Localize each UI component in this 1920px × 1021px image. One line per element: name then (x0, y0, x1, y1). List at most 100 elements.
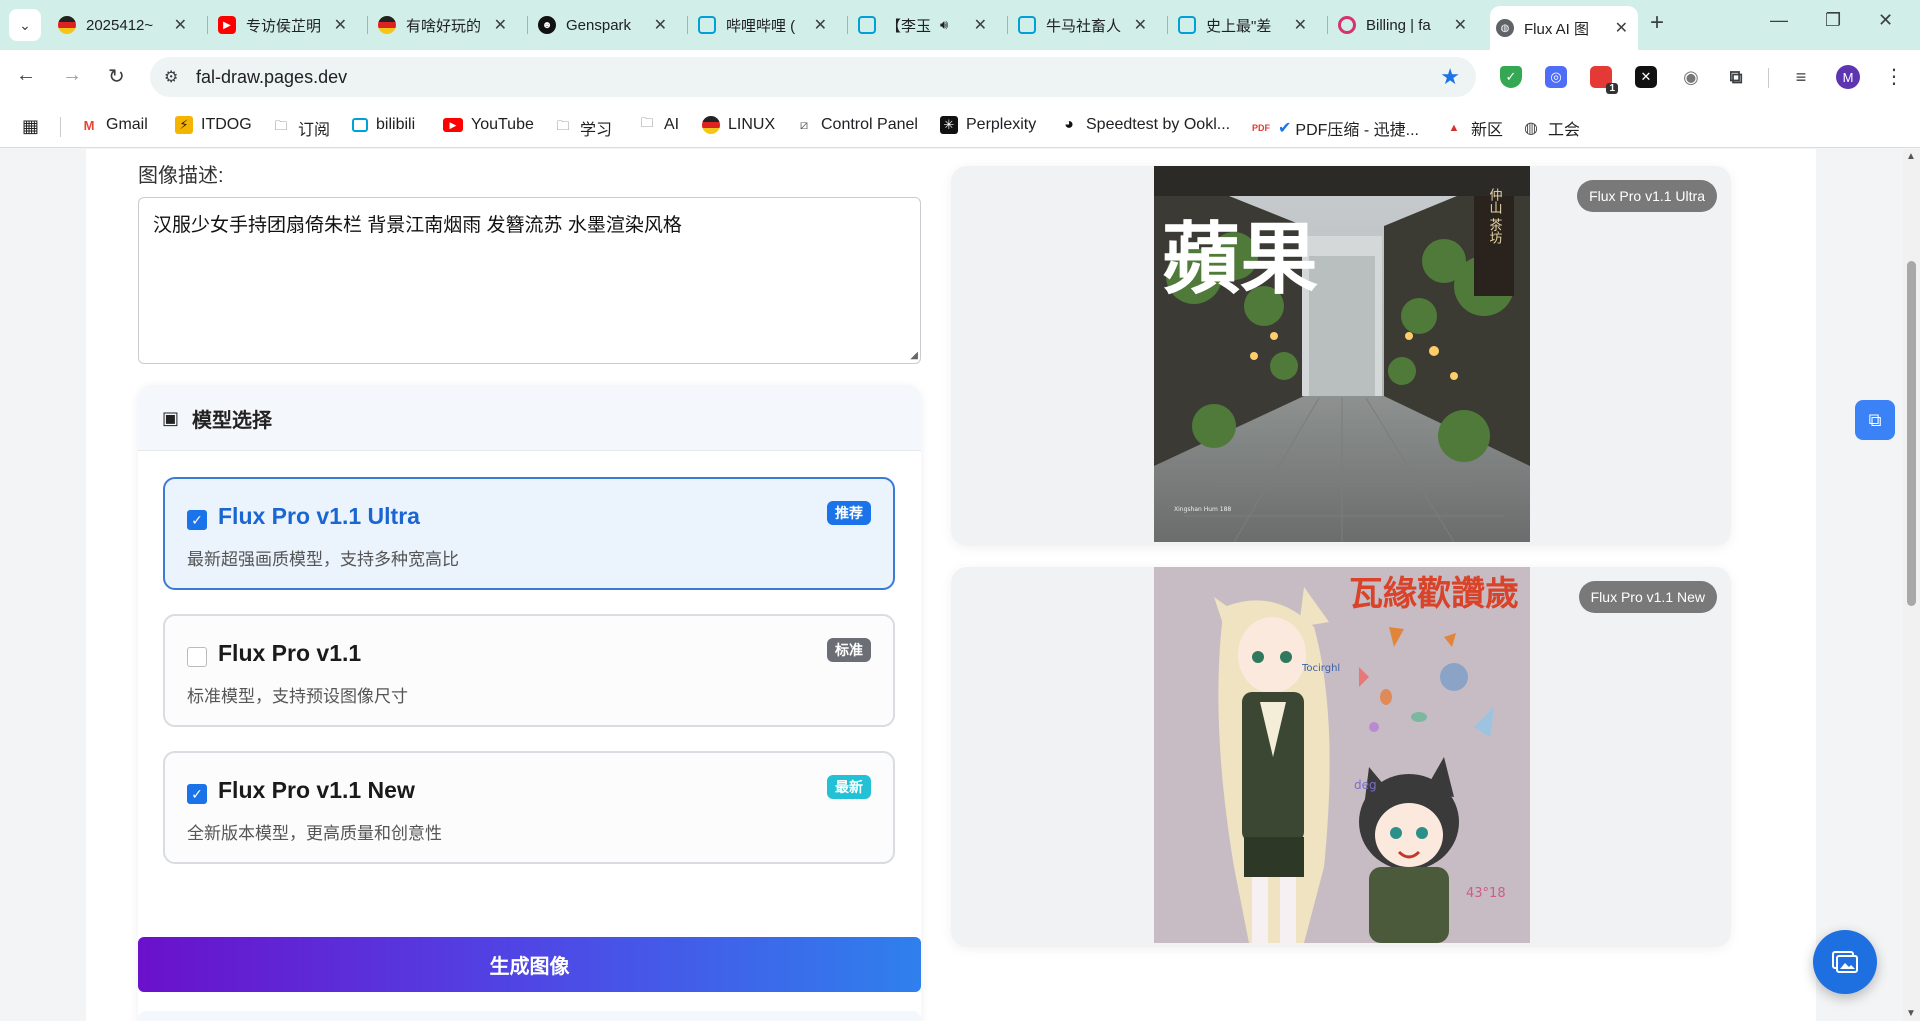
model-option-new[interactable]: ✓ Flux Pro v1.1 New 最新 全新版本模型，更高质量和创意性 (163, 751, 895, 864)
close-icon[interactable]: ✕ (654, 15, 667, 35)
avatar[interactable]: M (1836, 65, 1860, 89)
gallery-fab-button[interactable] (1813, 930, 1877, 994)
close-icon[interactable]: ✕ (1454, 15, 1467, 35)
tab-5[interactable]: 哔哩哔哩 ( ✕ (698, 8, 833, 42)
tab-4[interactable]: ☻ Genspark ✕ (538, 8, 673, 42)
next-section-edge (138, 1011, 921, 1021)
close-icon[interactable]: ✕ (1615, 18, 1628, 38)
badge-recommended: 推荐 (827, 501, 871, 525)
tab-3[interactable]: 有啥好玩的 ✕ (378, 8, 513, 42)
model-option-standard[interactable]: Flux Pro v1.1 标准 标准模型，支持预设图像尺寸 (163, 614, 895, 727)
forward-icon[interactable]: → (62, 64, 82, 87)
page-scrollbar[interactable]: ▲ ▼ (1903, 149, 1920, 1021)
tab-1[interactable]: 2025412~ ✕ (58, 8, 193, 42)
chat-extension-icon[interactable]: ◎ (1545, 66, 1567, 88)
model-desc: 全新版本模型，更高质量和创意性 (187, 824, 442, 843)
resize-grip-icon[interactable]: ◢ (910, 350, 918, 361)
bookmark-perplexity[interactable]: ✳ Perplexity (940, 116, 1036, 134)
result-model-tag: Flux Pro v1.1 New (1578, 581, 1717, 613)
tab-search-button[interactable]: ⌄ (9, 9, 41, 41)
bookmark-star-icon[interactable]: ★ (1440, 64, 1460, 90)
bookmark-ai[interactable]: 🗀 AI (638, 115, 679, 134)
image-title-text: 瓦緣歡讚歲 (1349, 574, 1519, 614)
bookmark-linux[interactable]: LINUX (702, 116, 775, 134)
close-icon[interactable]: ✕ (1134, 15, 1147, 35)
bookmark-union[interactable]: ◍ 工会 (1522, 116, 1580, 140)
model-name: Flux Pro v1.1 New (218, 777, 415, 803)
media-controls-icon[interactable]: ≡ (1790, 66, 1812, 88)
back-icon[interactable]: ← (16, 64, 36, 87)
bookmark-itdog[interactable]: ⚡ ITDOG (175, 116, 252, 134)
speaker-icon[interactable]: 🔊︎ (940, 17, 948, 33)
tab-7[interactable]: 牛马社畜人 ✕ (1018, 8, 1153, 42)
checkbox-unchecked[interactable] (187, 647, 207, 667)
close-window-icon[interactable]: ✕ (1878, 10, 1893, 31)
bookmark-news[interactable]: ▲ 新区 (1445, 116, 1503, 140)
generated-image-anime[interactable]: 瓦緣歡讚歲 Tocirghl deg 43°18 (1154, 567, 1530, 943)
model-selection-panel: ▣ 模型选择 ✓ Flux Pro v1.1 Ultra 推荐 最新超强画质模型… (138, 385, 921, 1021)
result-card-2: 瓦緣歡讚歲 Tocirghl deg 43°18 Flux Pro v1.1 N… (951, 567, 1731, 947)
address-bar[interactable]: ⚙ fal-draw.pages.dev ★ (150, 57, 1476, 97)
scroll-down-icon[interactable]: ▼ (1906, 1008, 1916, 1019)
folder-icon: 🗀 (274, 118, 288, 133)
round-flag-icon (378, 16, 396, 34)
control-panel-icon: ⧄ (799, 117, 809, 132)
scrollbar-thumb[interactable] (1907, 261, 1916, 606)
close-icon[interactable]: ✕ (814, 15, 827, 35)
new-tab-button[interactable]: + (1650, 9, 1664, 37)
result-card-1: 仲山 茶坊 蘋果 Xingshan Hum 188 Flux Pro v1.1 … (951, 166, 1731, 546)
bookmark-study[interactable]: 🗀 学习 (554, 116, 612, 140)
checkbox-checked[interactable]: ✓ (187, 510, 207, 530)
bookmark-subscription[interactable]: 🗀 订阅 (272, 116, 330, 140)
minimize-icon[interactable]: — (1770, 10, 1788, 31)
apps-grid-icon[interactable]: ▦ (22, 116, 39, 137)
url-text[interactable]: fal-draw.pages.dev (196, 67, 347, 88)
bookmark-pdf[interactable]: PDF ✔ PDF压缩 - 迅捷... (1252, 116, 1419, 140)
reload-icon[interactable]: ↻ (108, 64, 125, 89)
close-icon[interactable]: ✕ (494, 15, 507, 35)
bookmark-control-panel[interactable]: ⧄ Control Panel (795, 116, 918, 134)
model-name: Flux Pro v1.1 (218, 640, 362, 666)
close-icon[interactable]: ✕ (974, 15, 987, 35)
linux-icon (702, 116, 720, 134)
bookmark-speedtest[interactable]: ◕ Speedtest by Ookl... (1060, 116, 1230, 134)
checkbox-checked[interactable]: ✓ (187, 784, 207, 804)
mail-extension-icon[interactable]: 1 (1590, 66, 1618, 94)
camera-icon[interactable]: ◉ (1680, 66, 1702, 88)
street-scene-image: 仲山 茶坊 蘋果 Xingshan Hum 188 (1154, 166, 1530, 542)
tab-8[interactable]: 史上最"差 ✕ (1178, 8, 1313, 42)
shield-extension-icon[interactable]: ✓ (1500, 66, 1522, 88)
more-menu-icon[interactable]: ⋮ (1884, 64, 1904, 89)
tab-6[interactable]: 【李玉 🔊︎ ✕ (858, 8, 993, 42)
translate-float-icon[interactable]: ⧉ (1855, 400, 1895, 440)
tab-active[interactable]: ◍ Flux AI 图 ✕ (1490, 6, 1638, 50)
model-desc: 标准模型，支持预设图像尺寸 (187, 687, 408, 706)
bookmarks-bar: ▦ M Gmail ⚡ ITDOG 🗀 订阅 bilibili ▶ YouTube 🗀 学… (0, 104, 1920, 148)
page-viewport: 图像描述: 汉服少女手持团扇倚朱栏 背景江南烟雨 发簪流苏 水墨渲染风格 ◢ ▣… (0, 149, 1920, 1021)
badge-standard: 标准 (827, 638, 871, 662)
generate-button[interactable]: 生成图像 (138, 937, 921, 992)
bookmark-gmail[interactable]: M Gmail (80, 116, 148, 134)
close-icon[interactable]: ✕ (1294, 15, 1307, 35)
itdog-icon: ⚡ (175, 116, 193, 134)
model-name: Flux Pro v1.1 Ultra (218, 503, 420, 529)
bookmark-bilibili[interactable]: bilibili (352, 116, 415, 134)
scroll-up-icon[interactable]: ▲ (1906, 151, 1916, 162)
bookmark-youtube[interactable]: ▶ YouTube (443, 116, 534, 134)
browser-toolbar: ← → ↻ ⚙ fal-draw.pages.dev ★ ✓ ◎ 1 ✕ ◉ ⧉… (0, 50, 1920, 104)
gmail-icon: M (83, 117, 95, 133)
model-desc: 最新超强画质模型，支持多种宽高比 (187, 550, 459, 569)
tab-2[interactable]: ▶ 专访侯芷明 ✕ (218, 8, 353, 42)
generated-image-street[interactable]: 仲山 茶坊 蘋果 Xingshan Hum 188 (1154, 166, 1530, 542)
x-extension-icon[interactable]: ✕ (1635, 66, 1657, 88)
close-icon[interactable]: ✕ (334, 15, 347, 35)
restore-icon[interactable]: ❐ (1825, 10, 1841, 31)
description-textarea[interactable]: 汉服少女手持团扇倚朱栏 背景江南烟雨 发簪流苏 水墨渲染风格 ◢ (138, 197, 921, 364)
close-icon[interactable]: ✕ (174, 15, 187, 35)
pdf-icon: PDF (1252, 123, 1270, 133)
extensions-puzzle-icon[interactable]: ⧉ (1725, 66, 1747, 88)
tab-strip: ⌄ 2025412~ ✕ ▶ 专访侯芷明 ✕ 有啥好玩的 ✕ ☻ Genspar… (0, 0, 1920, 50)
tab-9[interactable]: Billing | fa ✕ (1338, 8, 1473, 42)
model-option-ultra[interactable]: ✓ Flux Pro v1.1 Ultra 推荐 最新超强画质模型，支持多种宽高… (163, 477, 895, 590)
site-info-icon[interactable]: ⚙ (164, 67, 178, 87)
